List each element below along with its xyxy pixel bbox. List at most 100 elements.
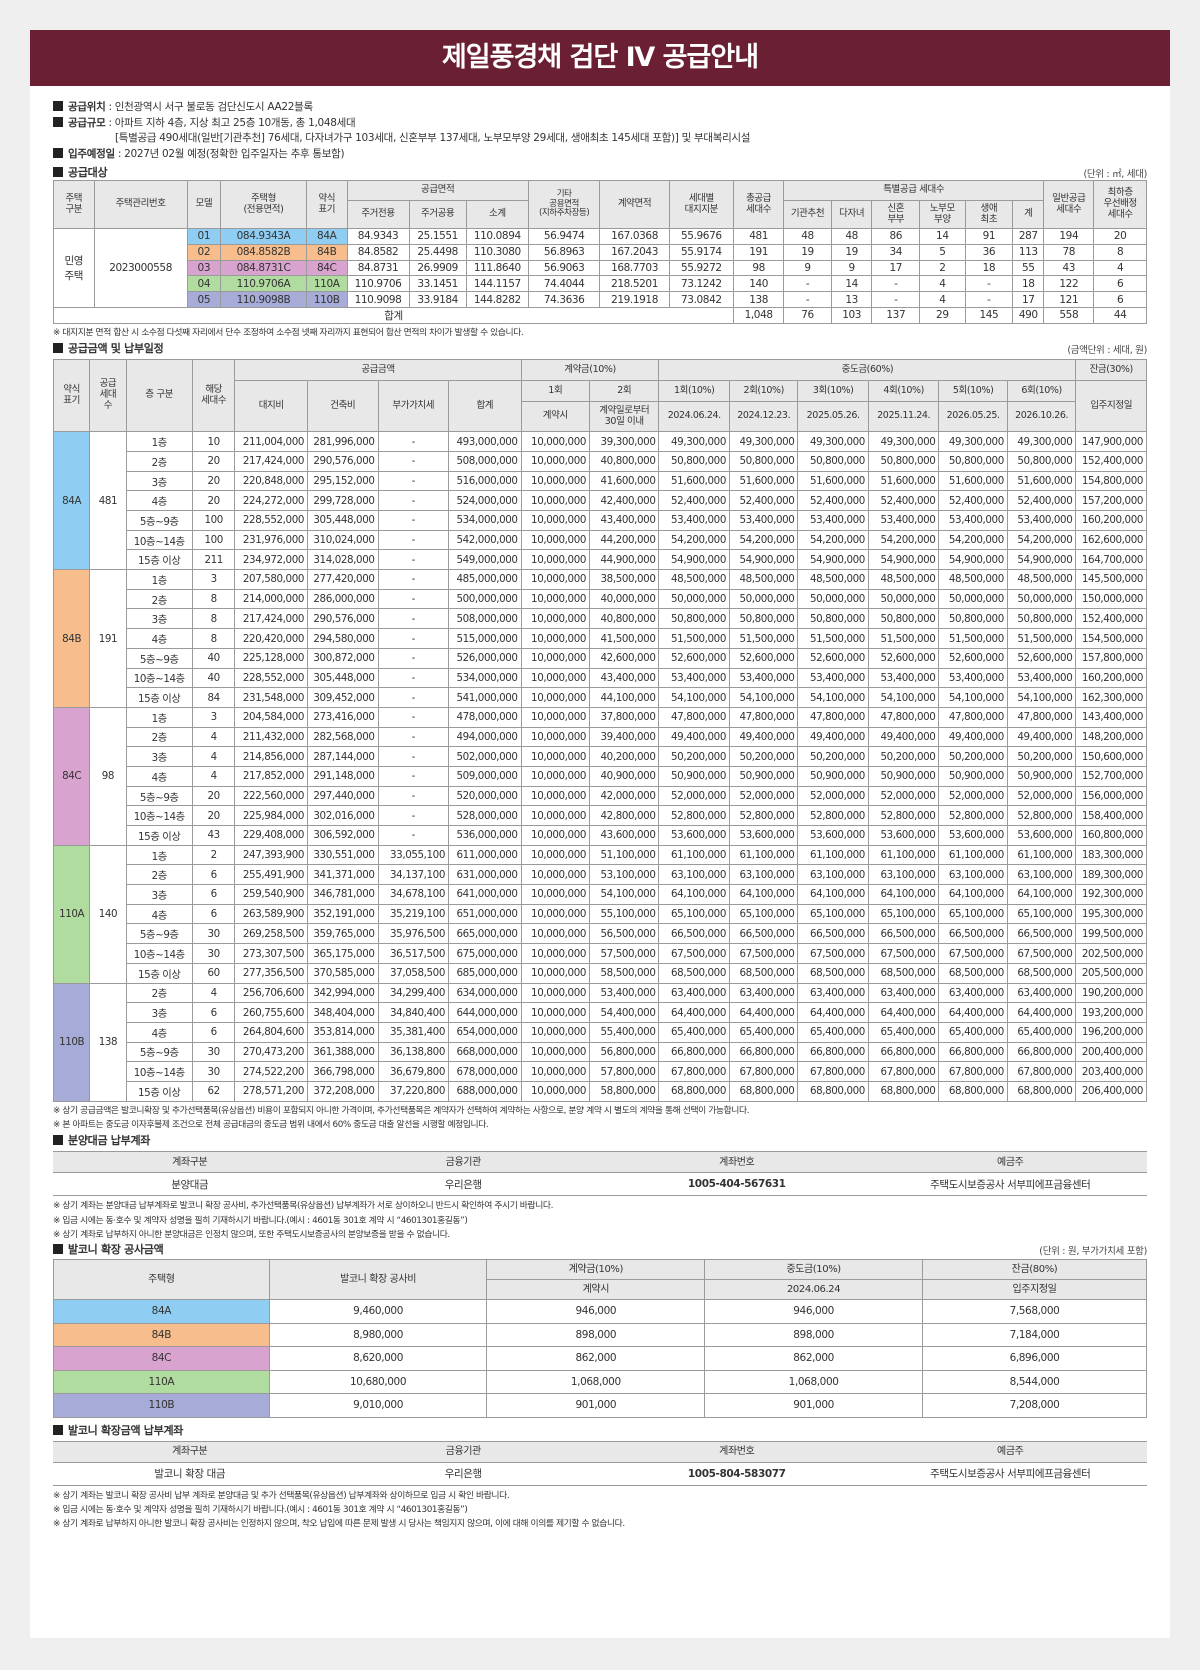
table-cell: 63,400,000: [658, 982, 730, 1004]
table-cell: -: [377, 569, 449, 590]
th-m5-date: 2026.05.25.: [938, 401, 1008, 433]
table-cell: 50,800,000: [938, 450, 1008, 472]
table-cell: 346,781,000: [307, 884, 379, 905]
table-cell: -: [377, 549, 449, 571]
table-cell: 189,300,000: [1075, 864, 1147, 886]
table-cell: 42,000,000: [589, 785, 660, 807]
account-number[interactable]: 1005-404-567631: [600, 1172, 874, 1197]
table-cell: 65,400,000: [867, 1021, 940, 1043]
table-cell: 57,800,000: [589, 1061, 660, 1082]
group-abbr-cell: 110B: [52, 982, 91, 1102]
table-cell: 15층 이상: [125, 825, 193, 846]
table-cell: 84B: [305, 243, 348, 261]
table-cell: 901,000: [704, 1393, 923, 1418]
table-row: 10층~14층 30 273,307,500 365,175,000 36,517,50…: [54, 943, 1147, 964]
table-cell: 542,000,000: [448, 529, 522, 551]
table-cell: 10,000,000: [520, 1080, 591, 1102]
table-cell: 66,500,000: [1006, 923, 1077, 945]
table-cell: -: [377, 825, 449, 846]
table-cell: 66,500,000: [658, 923, 730, 945]
table-cell: 1층: [125, 431, 193, 452]
table-cell: 66,500,000: [797, 923, 869, 945]
table-cell: -: [871, 291, 921, 308]
table-cell: 50,200,000: [938, 746, 1008, 767]
table-cell: 64,400,000: [867, 1002, 940, 1023]
table-cell: 2층: [125, 588, 193, 610]
total-cell: 29: [919, 306, 966, 324]
table-cell: 36,679,800: [377, 1061, 449, 1082]
th-account-type: 계좌구분: [53, 1440, 327, 1463]
table-cell: 3: [191, 569, 236, 590]
table-cell: 84A: [53, 1299, 270, 1324]
account-number[interactable]: 1005-804-583077: [600, 1461, 874, 1486]
table-row: 민영 주택 2023000558 01 084.9343A 84A 84.9343 25.1…: [53, 228, 1147, 308]
table-cell: 195,300,000: [1075, 903, 1147, 925]
table-cell: 41,600,000: [589, 470, 660, 492]
table-cell: 50,200,000: [797, 746, 869, 767]
table-cell: 49,300,000: [658, 431, 730, 452]
table-cell: 84A: [305, 228, 348, 245]
table-cell: 54,100,000: [938, 687, 1008, 708]
table-cell: 7,568,000: [921, 1299, 1148, 1324]
table-row: 5층~9층 40 225,128,000 300,872,000-526,000,00…: [54, 647, 1147, 669]
table-cell: 54,100,000: [867, 687, 940, 708]
table-row: 05 110.9098B 110B 110.9098 33.9184 144.8282 74…: [54, 291, 1147, 308]
th-account-no: 계좌번호: [600, 1151, 874, 1174]
table-cell: 901,000: [486, 1393, 706, 1418]
table-cell: 202,500,000: [1075, 943, 1147, 964]
table-cell: 62: [191, 1080, 236, 1102]
group-abbr-cell: 84A: [52, 431, 91, 571]
account-note: ※ 상기 계좌로 납부하지 아니한 발코니 확장 공사비는 인정하지 않으며, …: [53, 1519, 625, 1530]
table-cell: 53,400,000: [938, 510, 1008, 531]
group-abbr-cell: 110A: [52, 844, 91, 984]
th-land-cost: 대지비: [234, 380, 308, 433]
table-cell: 66,800,000: [938, 1041, 1008, 1063]
table-cell: 946,000: [486, 1299, 706, 1324]
th-holder: 예금주: [873, 1151, 1147, 1174]
table-cell: 44,900,000: [589, 549, 660, 571]
table-cell: 50,200,000: [867, 746, 940, 767]
table-cell: 50,800,000: [797, 608, 869, 630]
square-bullet-icon: [53, 1424, 63, 1435]
table-cell: 110.9098: [346, 291, 410, 308]
table-cell: 58,800,000: [589, 1080, 660, 1102]
table-cell: 152,700,000: [1075, 765, 1147, 787]
table-cell: 49,300,000: [1006, 431, 1077, 452]
table-cell: 54,200,000: [1006, 529, 1077, 551]
table-cell: 65,100,000: [658, 903, 730, 925]
balcony-account-notes: ※ 상기 계좌는 발코니 확장 공사비 납부 계좌로 분양대금 및 추가 선택품…: [53, 1489, 1147, 1532]
table-cell: 10,000,000: [520, 529, 591, 551]
table-cell: 5층~9층: [125, 510, 193, 531]
table-cell: 41,500,000: [589, 628, 660, 649]
table-row: 4층 8 220,420,000 294,580,000-515,000,000 10,…: [54, 628, 1147, 649]
account-note: ※ 상기 계좌로 납부하지 아니한 분양대금은 인정치 않으며, 또한 주택도시…: [53, 1229, 450, 1240]
table-cell: 40: [191, 647, 236, 669]
table-row: 110A 140 1층 2 247,393,900 330,551,000 33,055,1…: [52, 844, 1147, 984]
table-cell: 52,400,000: [1006, 490, 1077, 512]
table-cell: 862,000: [486, 1346, 706, 1371]
table-cell: 8,980,000: [268, 1322, 488, 1348]
table-cell: 10,000,000: [520, 706, 591, 728]
balcony-account-table: 계좌구분 금융기관 계좌번호 예금주 발코니 확장 대금 우리은행 1005-8…: [53, 1440, 1147, 1486]
table-cell: -: [783, 275, 832, 293]
table-cell: 51,600,000: [1006, 470, 1077, 492]
table-cell: 30: [191, 1041, 236, 1063]
table-cell: 49,300,000: [728, 431, 799, 452]
table-cell: 67,500,000: [658, 943, 730, 964]
square-bullet-icon: [53, 116, 63, 127]
table-cell: 65,100,000: [797, 903, 869, 925]
table-cell: 42,800,000: [589, 805, 660, 827]
table-cell: 220,848,000: [234, 470, 308, 492]
table-cell: 524,000,000: [448, 490, 522, 512]
table-cell: 50,000,000: [728, 588, 799, 610]
table-cell: 43: [191, 825, 236, 846]
table-cell: 53,400,000: [1006, 667, 1077, 689]
table-cell: 39,400,000: [589, 726, 660, 748]
payment-notes: ※ 상기 공급금액은 발코니확장 및 추가선택품목(유상옵션) 비용이 포함되지…: [53, 1104, 1147, 1133]
table-cell: 65,400,000: [728, 1021, 799, 1043]
table-cell: 52,400,000: [728, 490, 799, 512]
table-cell: 167.0368: [599, 228, 670, 245]
account-type: 분양대금: [53, 1172, 327, 1197]
table-cell: 54,400,000: [589, 1002, 660, 1023]
table-cell: 5: [919, 243, 966, 261]
